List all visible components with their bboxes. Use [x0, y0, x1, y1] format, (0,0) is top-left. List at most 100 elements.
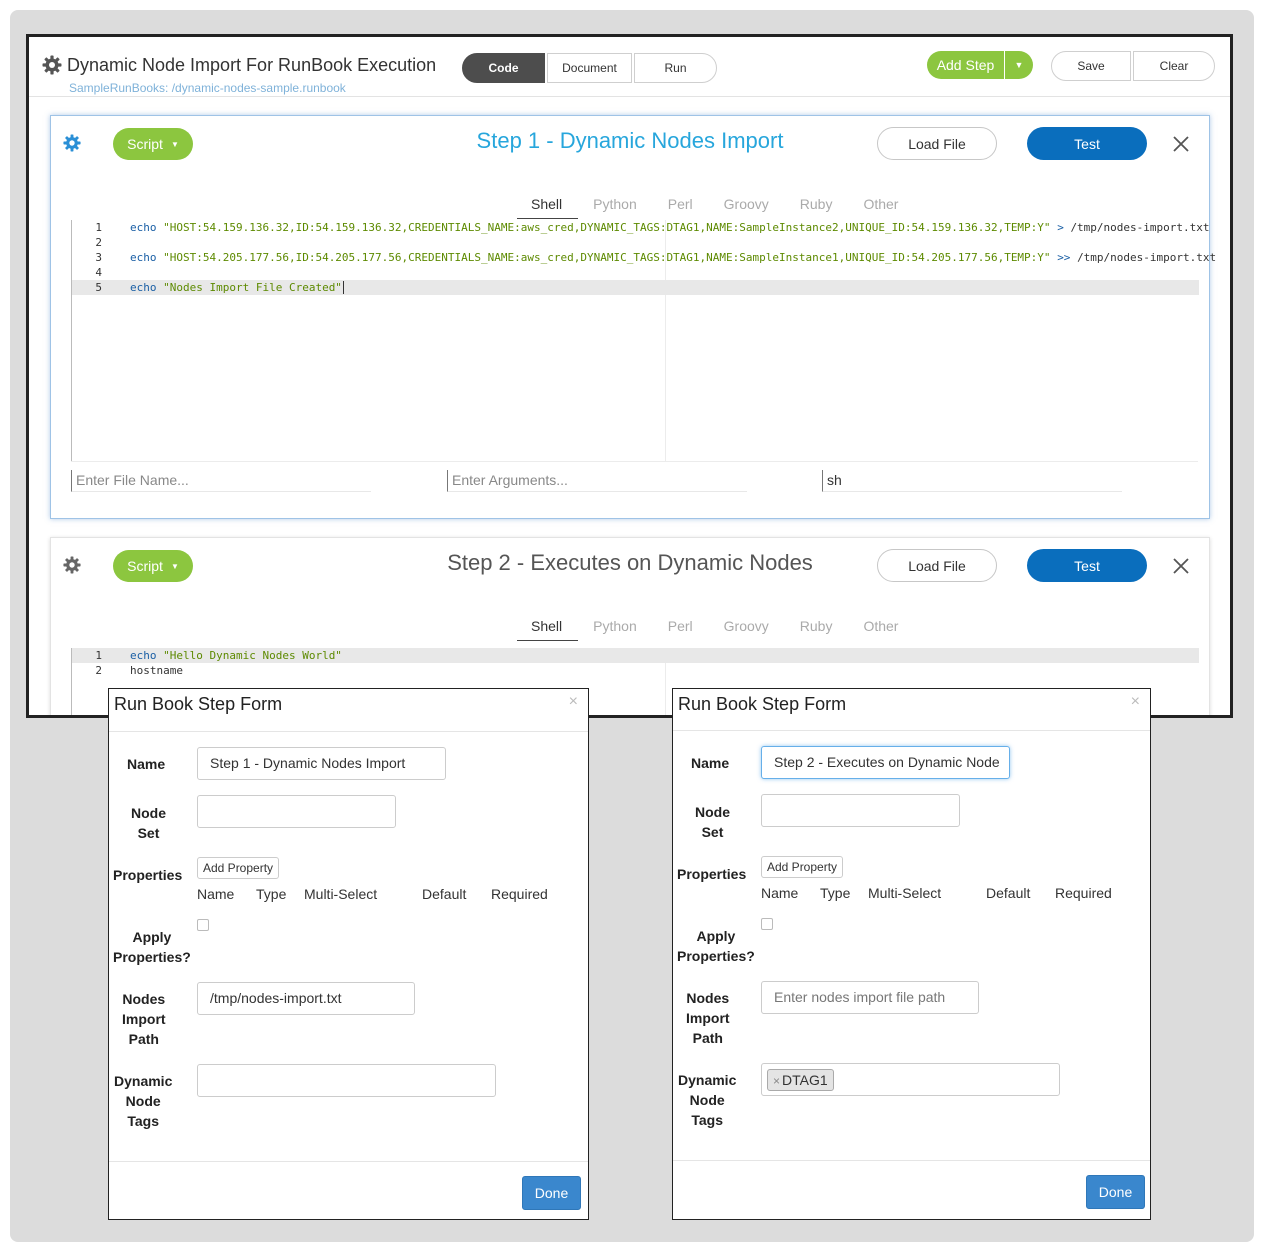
tab-other[interactable]: Other — [863, 196, 898, 217]
tab-ruby[interactable]: Ruby — [800, 618, 833, 639]
close-icon[interactable] — [1169, 554, 1193, 578]
code-line-active[interactable]: 1 echo "Hello Dynamic Nodes World" — [72, 648, 1199, 663]
add-property-button[interactable]: Add Property — [761, 856, 844, 878]
tab-document[interactable]: Document — [547, 53, 632, 83]
code-editor[interactable]: 1 echo "HOST:54.159.136.32,ID:54.159.136.… — [71, 220, 1216, 462]
column-header: Name — [761, 885, 799, 901]
line-number: 5 — [95, 281, 102, 294]
code-line[interactable]: 4 — [72, 265, 1199, 280]
code-keyword: echo — [130, 221, 157, 234]
label-line: Dynamic — [114, 1073, 173, 1089]
dynamic-node-tags-field[interactable]: × DTAG1 — [761, 1063, 1060, 1096]
label-line: Node — [695, 804, 730, 820]
code-line-active[interactable]: 5 echo "Nodes Import File Created" — [72, 280, 1199, 295]
tab-groovy[interactable]: Groovy — [724, 618, 769, 639]
name-field[interactable]: Step 2 - Executes on Dynamic Node — [761, 746, 1010, 779]
file-name-input[interactable]: Enter File Name... — [71, 470, 371, 492]
label-line: Import — [686, 1010, 730, 1026]
done-button[interactable]: Done — [522, 1176, 581, 1210]
code-path: /tmp/nodes-import.txt — [1070, 221, 1210, 234]
tab-shell[interactable]: Shell — [516, 196, 579, 219]
column-header: Default — [422, 886, 467, 902]
label-line: Apply — [696, 928, 736, 944]
test-button[interactable]: Test — [1027, 549, 1147, 582]
label-line: Properties? — [113, 949, 191, 965]
apply-properties-checkbox[interactable] — [197, 919, 209, 931]
code-string: "Hello Dynamic Nodes World" — [163, 649, 342, 662]
tab-code[interactable]: Code — [462, 53, 545, 83]
tab-other[interactable]: Other — [863, 618, 898, 639]
header-bar: Dynamic Node Import For RunBook Executio… — [29, 37, 1230, 97]
dynamic-node-tags-label: Dynamic Node Tags — [114, 1071, 172, 1131]
step-1-card: Script ▼ Step 1 - Dynamic Nodes Import L… — [50, 115, 1216, 519]
gear-icon[interactable] — [42, 55, 62, 75]
interpreter-input[interactable]: sh — [822, 470, 1122, 492]
line-number: 1 — [95, 649, 102, 662]
line-number: 1 — [95, 221, 102, 234]
tab-perl[interactable]: Perl — [668, 196, 693, 217]
tab-shell[interactable]: Shell — [516, 618, 579, 641]
runbook-path[interactable]: SampleRunBooks: /dynamic-nodes-sample.ru… — [69, 81, 346, 95]
code-operator: > — [1057, 221, 1064, 234]
label-line: Tags — [691, 1112, 723, 1128]
add-step-label[interactable]: Add Step — [927, 51, 1005, 79]
apply-properties-label: Apply Properties? — [677, 926, 755, 966]
label-line: Set — [137, 825, 160, 841]
script-args-row: Enter File Name... Enter Arguments... sh — [71, 461, 1198, 492]
form-title: Run Book Step Form — [678, 694, 847, 714]
dynamic-node-tags-field[interactable] — [197, 1064, 496, 1097]
code-line[interactable]: 2 hostname — [72, 663, 1199, 678]
arguments-input[interactable]: Enter Arguments... — [447, 470, 747, 492]
divider — [109, 1161, 588, 1162]
close-icon[interactable]: × — [1131, 693, 1140, 711]
tab-run[interactable]: Run — [634, 53, 717, 83]
label-line: Tags — [127, 1113, 159, 1129]
code-path: /tmp/nodes-import.txt — [1077, 251, 1217, 264]
close-icon[interactable]: × — [569, 693, 578, 711]
code-string: "HOST:54.205.177.56,ID:54.205.177.56,CRE… — [163, 251, 1051, 264]
test-button[interactable]: Test — [1027, 127, 1147, 160]
apply-properties-checkbox[interactable] — [761, 918, 773, 930]
code-line[interactable]: 2 — [72, 235, 1199, 250]
properties-label: Properties — [677, 866, 747, 882]
apply-properties-label: Apply Properties? — [113, 927, 191, 967]
code-keyword: echo — [130, 281, 157, 294]
caret-down-icon[interactable]: ▼ — [1005, 60, 1033, 70]
tag-remove-icon[interactable]: × — [773, 1074, 780, 1088]
properties-label: Properties — [113, 867, 183, 883]
close-icon[interactable] — [1169, 132, 1193, 156]
tab-perl[interactable]: Perl — [668, 618, 693, 639]
code-line[interactable]: 1 echo "HOST:54.159.136.32,ID:54.159.136.… — [72, 220, 1209, 235]
add-property-button[interactable]: Add Property — [197, 857, 280, 879]
tab-groovy[interactable]: Groovy — [724, 196, 769, 217]
code-string: "Nodes Import File Created" — [163, 281, 342, 294]
label-line: Path — [692, 1030, 723, 1046]
code-line[interactable]: 3 echo "HOST:54.205.177.56,ID:54.205.177.… — [72, 250, 1216, 265]
nodes-import-path-field[interactable]: Enter nodes import file path — [761, 981, 979, 1014]
label-line: Set — [701, 824, 724, 840]
column-header: Required — [1055, 885, 1112, 901]
save-button[interactable]: Save — [1051, 51, 1131, 81]
tab-python[interactable]: Python — [593, 618, 637, 639]
label-line: Properties? — [677, 948, 755, 964]
nodes-import-path-field[interactable]: /tmp/nodes-import.txt — [197, 982, 415, 1015]
clear-button[interactable]: Clear — [1133, 51, 1215, 81]
divider — [109, 731, 588, 732]
load-file-button[interactable]: Load File — [877, 127, 997, 160]
add-step-button[interactable]: Add Step ▼ — [927, 51, 1033, 79]
load-file-button[interactable]: Load File — [877, 549, 997, 582]
column-header: Multi-Select — [868, 885, 942, 901]
tab-python[interactable]: Python — [593, 196, 637, 217]
node-set-field[interactable] — [761, 794, 960, 827]
label-line: Import — [122, 1011, 166, 1027]
line-number: 3 — [95, 251, 102, 264]
runbook-title: Dynamic Node Import For RunBook Executio… — [67, 55, 437, 75]
name-field[interactable]: Step 1 - Dynamic Nodes Import — [197, 747, 446, 780]
node-set-field[interactable] — [197, 795, 396, 828]
tab-ruby[interactable]: Ruby — [800, 196, 833, 217]
label-line: Node — [689, 1092, 725, 1108]
code-command: hostname — [130, 664, 183, 677]
runbook-step-form-1: Run Book Step Form × Name Step 1 - Dynam… — [108, 688, 589, 1220]
tag-chip[interactable]: × DTAG1 — [767, 1069, 834, 1091]
done-button[interactable]: Done — [1086, 1175, 1145, 1209]
